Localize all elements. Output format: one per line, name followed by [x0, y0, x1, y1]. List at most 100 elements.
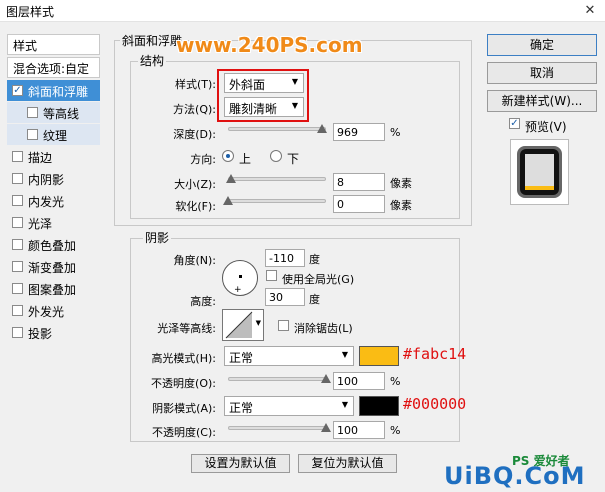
anti-alias-checkbox[interactable] [278, 320, 289, 331]
style-list-item-label: 纹理 [43, 129, 68, 143]
size-slider-track[interactable] [228, 177, 326, 181]
technique-select[interactable]: 雕刻清晰 ▼ [224, 97, 304, 117]
size-unit: 像素 [390, 177, 412, 190]
style-list-item[interactable]: ✓ 斜面和浮雕 [7, 80, 100, 101]
chevron-down-icon: ▼ [341, 350, 348, 359]
style-list-item-label: 光泽 [28, 217, 53, 231]
style-list-checkbox[interactable] [27, 107, 38, 118]
soften-label: 软化(F): [175, 200, 216, 213]
style-list-checkbox[interactable] [12, 261, 23, 272]
highlight-mode-label: 高光模式(H): [151, 352, 216, 365]
altitude-unit: 度 [309, 293, 320, 306]
style-list-item-label: 外发光 [28, 305, 65, 319]
style-list-checkbox[interactable]: ✓ [12, 85, 23, 96]
contour-preview-icon [225, 311, 253, 339]
style-list-checkbox[interactable] [12, 173, 23, 184]
shadow-opacity-thumb[interactable] [321, 423, 331, 432]
style-list-checkbox[interactable] [12, 283, 23, 294]
style-list-item-label: 投影 [28, 327, 53, 341]
soften-unit: 像素 [390, 199, 412, 212]
style-list-item[interactable]: 光泽 [7, 212, 100, 233]
highlight-opacity-label: 不透明度(O): [151, 377, 216, 390]
uibq-logo: UiBQ.CoM [444, 462, 586, 490]
shadow-color-swatch[interactable] [359, 396, 399, 416]
highlight-mode-select[interactable]: 正常 ▼ [224, 346, 354, 366]
angle-input[interactable]: -110 [265, 249, 305, 267]
global-light-checkbox[interactable] [266, 270, 277, 281]
depth-input[interactable]: 969 [333, 123, 385, 141]
direction-down-label: 下 [287, 152, 300, 166]
anti-alias-label: 消除锯齿(L) [294, 322, 353, 335]
style-list-item-label: 颜色叠加 [28, 239, 77, 253]
style-list-checkbox[interactable] [12, 305, 23, 316]
radio-selected-dot [226, 154, 230, 158]
style-list-checkbox[interactable] [12, 151, 23, 162]
style-list-item[interactable]: 颜色叠加 [7, 234, 100, 255]
highlight-opacity-input[interactable]: 100 [333, 372, 385, 390]
title-bar: 图层样式 ✕ [0, 0, 605, 22]
depth-slider-track[interactable] [228, 127, 326, 131]
new-style-button[interactable]: 新建样式(W)... [487, 90, 597, 112]
soften-slider-thumb[interactable] [223, 196, 233, 205]
direction-down-radio[interactable] [270, 150, 282, 162]
chevron-down-icon: ▼ [291, 77, 298, 86]
highlight-mode-value: 正常 [229, 351, 254, 365]
style-list-header[interactable]: 样式 [7, 34, 100, 55]
style-list-checkbox[interactable] [12, 327, 23, 338]
make-default-button[interactable]: 设置为默认值 [191, 454, 290, 473]
style-list-item[interactable]: 纹理 [7, 124, 100, 145]
preview-checkbox[interactable]: ✓ [509, 118, 520, 129]
reset-default-button[interactable]: 复位为默认值 [298, 454, 397, 473]
close-icon[interactable]: ✕ [575, 0, 605, 22]
size-input[interactable]: 8 [333, 173, 385, 191]
style-list-item[interactable]: 内发光 [7, 190, 100, 211]
depth-slider-thumb[interactable] [317, 124, 328, 133]
style-list-checkbox[interactable] [12, 239, 23, 250]
shadow-opacity-input[interactable]: 100 [333, 421, 385, 439]
highlight-color-swatch[interactable] [359, 346, 399, 366]
highlight-color-annotation: #fabc14 [403, 345, 467, 363]
depth-label: 深度(D): [173, 128, 216, 141]
style-list-item-label: 描边 [28, 151, 53, 165]
style-list-item-label: 渐变叠加 [28, 261, 77, 275]
chevron-down-icon: ▼ [341, 400, 348, 409]
style-list-item[interactable]: 等高线 [7, 102, 100, 123]
technique-select-value: 雕刻清晰 [229, 102, 278, 116]
shadow-mode-value: 正常 [229, 401, 254, 415]
highlight-opacity-track[interactable] [228, 377, 326, 381]
altitude-input[interactable]: 30 [265, 288, 305, 306]
shadow-opacity-unit: % [390, 424, 401, 437]
style-select-value: 外斜面 [229, 78, 266, 92]
ok-button[interactable]: 确定 [487, 34, 597, 56]
size-label: 大小(Z): [174, 178, 216, 191]
style-select[interactable]: 外斜面 ▼ [224, 73, 304, 93]
style-list-item[interactable]: 图案叠加 [7, 278, 100, 299]
style-list-item[interactable]: 渐变叠加 [7, 256, 100, 277]
cancel-button[interactable]: 取消 [487, 62, 597, 84]
shadow-opacity-track[interactable] [228, 426, 326, 430]
preview-frame [517, 146, 562, 198]
style-list-checkbox[interactable] [12, 217, 23, 228]
style-list-item-label: 内发光 [28, 195, 65, 209]
style-preview-box [510, 139, 569, 205]
style-list-checkbox[interactable] [27, 129, 38, 140]
style-list-checkbox[interactable] [12, 195, 23, 206]
highlight-opacity-unit: % [390, 375, 401, 388]
gloss-contour-picker[interactable]: ▼ [222, 309, 264, 341]
style-list-item[interactable]: 投影 [7, 322, 100, 343]
blend-options-item[interactable]: 混合选项:自定 [7, 57, 100, 78]
size-slider-thumb[interactable] [225, 174, 236, 183]
soften-slider-track[interactable] [228, 199, 326, 203]
style-list-item-label: 图案叠加 [28, 283, 77, 297]
highlight-opacity-thumb[interactable] [321, 374, 331, 383]
direction-up-radio[interactable] [222, 150, 234, 162]
shadow-opacity-label: 不透明度(C): [152, 426, 216, 439]
style-list-item[interactable]: 外发光 [7, 300, 100, 321]
angle-label: 角度(N): [173, 254, 216, 267]
soften-input[interactable]: 0 [333, 195, 385, 213]
style-list-item[interactable]: 描边 [7, 146, 100, 167]
angle-dial[interactable]: + [222, 260, 258, 296]
shadow-mode-select[interactable]: 正常 ▼ [224, 396, 354, 416]
watermark-text: www.240PS.com [176, 33, 363, 57]
style-list-item[interactable]: 内阴影 [7, 168, 100, 189]
